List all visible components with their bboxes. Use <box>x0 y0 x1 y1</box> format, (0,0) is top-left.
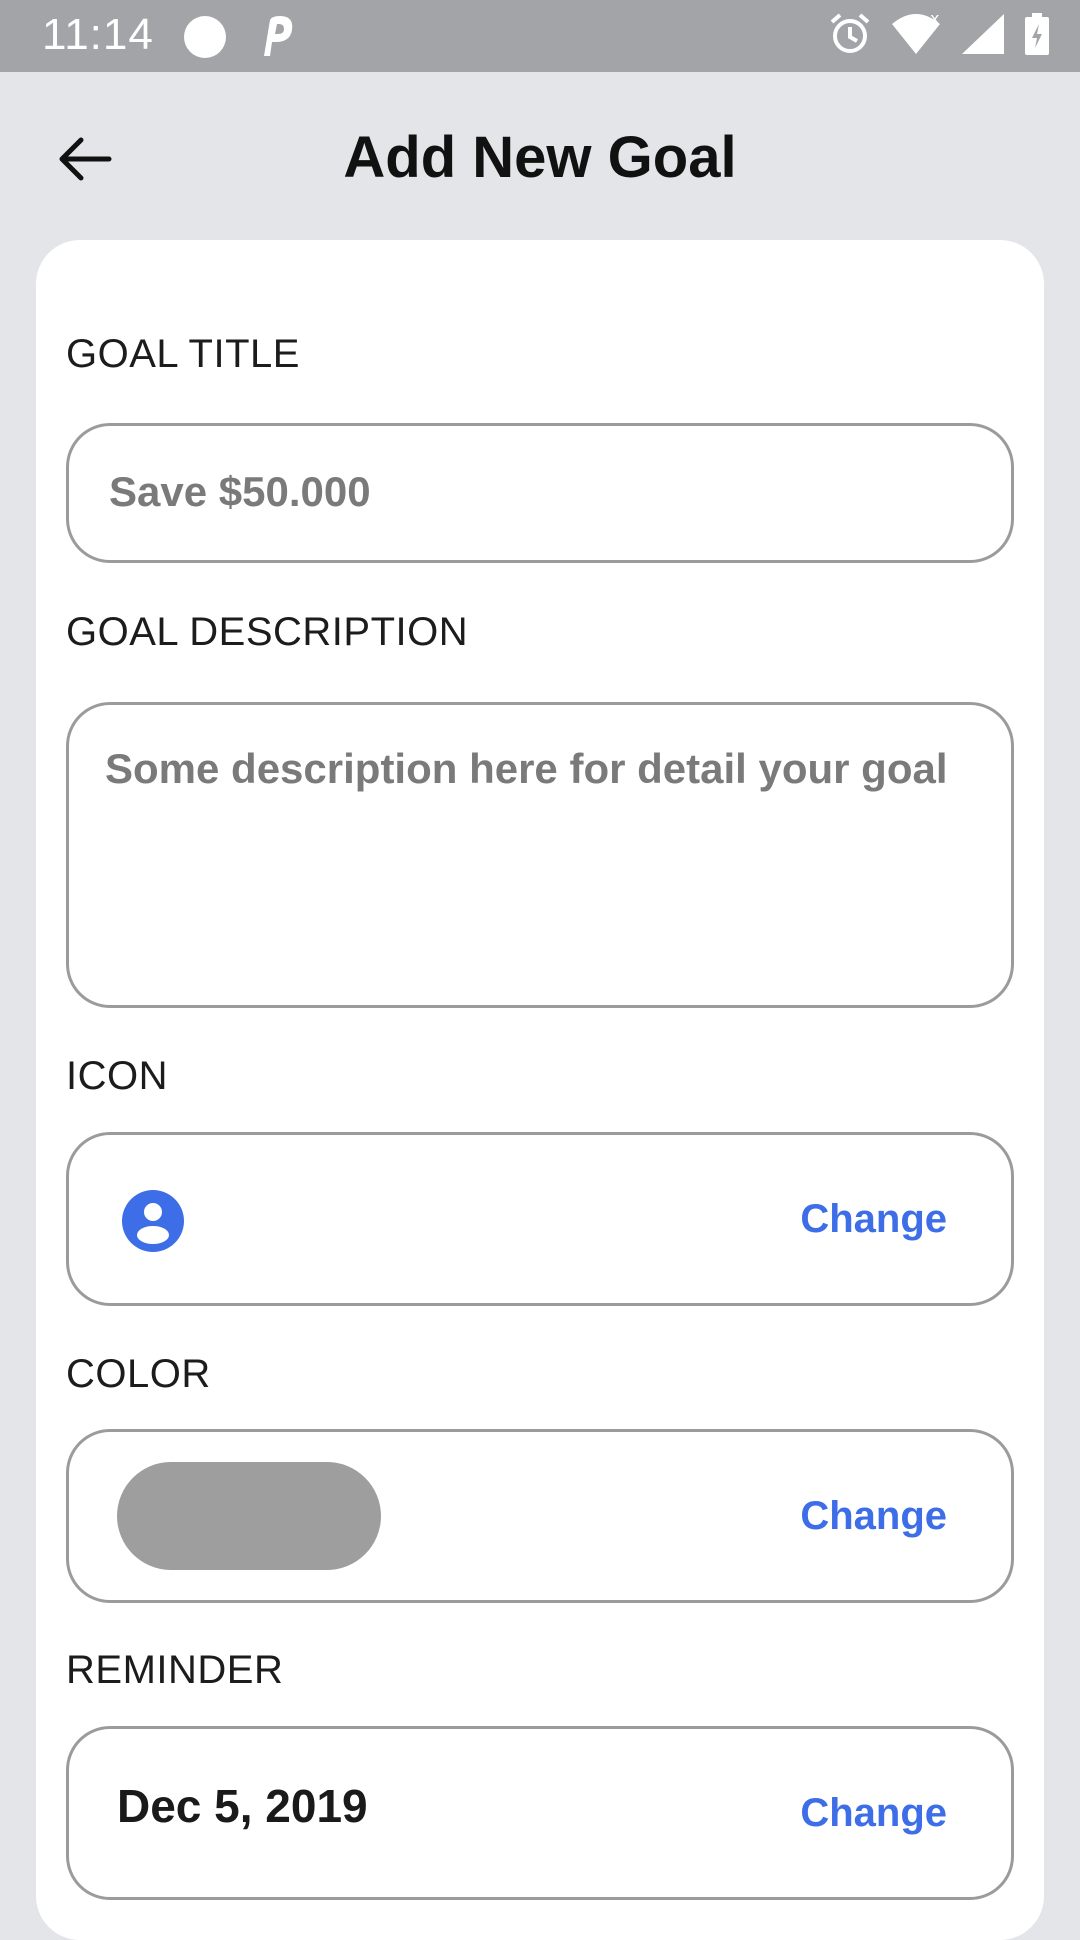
wifi-icon: x <box>890 9 942 61</box>
goal-form-card: GOAL TITLE Save $50.000 GOAL DESCRIPTION… <box>36 240 1044 1940</box>
color-swatch <box>117 1462 381 1570</box>
change-icon-button[interactable]: Change <box>800 1197 947 1242</box>
goal-title-label: GOAL TITLE <box>66 332 300 376</box>
reminder-label: REMINDER <box>66 1648 284 1692</box>
status-time: 11:14 <box>42 10 154 59</box>
goal-title-input[interactable]: Save $50.000 <box>66 423 1014 563</box>
change-reminder-button[interactable]: Change <box>800 1791 947 1836</box>
icon-label: ICON <box>66 1054 168 1098</box>
page-title: Add New Goal <box>343 125 737 190</box>
goal-description-label: GOAL DESCRIPTION <box>66 610 469 654</box>
goal-title-placeholder: Save $50.000 <box>109 468 371 515</box>
user-circle-icon <box>122 1190 184 1252</box>
battery-icon <box>1024 12 1050 61</box>
svg-text:x: x <box>930 12 939 28</box>
icon-field: Change <box>66 1132 1014 1306</box>
p-icon <box>258 14 298 63</box>
app-bar: Add New Goal <box>0 72 1080 242</box>
goal-description-textarea[interactable]: Some description here for detail your go… <box>66 702 1014 1008</box>
reminder-field: Dec 5, 2019 Change <box>66 1726 1014 1900</box>
goal-description-placeholder: Some description here for detail your go… <box>105 745 948 792</box>
status-bar: 11:14 x <box>0 0 1080 72</box>
reminder-date: Dec 5, 2019 <box>117 1780 368 1832</box>
alarm-icon <box>828 12 872 61</box>
signal-icon <box>960 12 1006 61</box>
color-label: COLOR <box>66 1352 211 1396</box>
change-color-button[interactable]: Change <box>800 1494 947 1539</box>
status-icons: x <box>828 9 1050 61</box>
circle-icon <box>184 16 226 58</box>
color-field: Change <box>66 1429 1014 1603</box>
